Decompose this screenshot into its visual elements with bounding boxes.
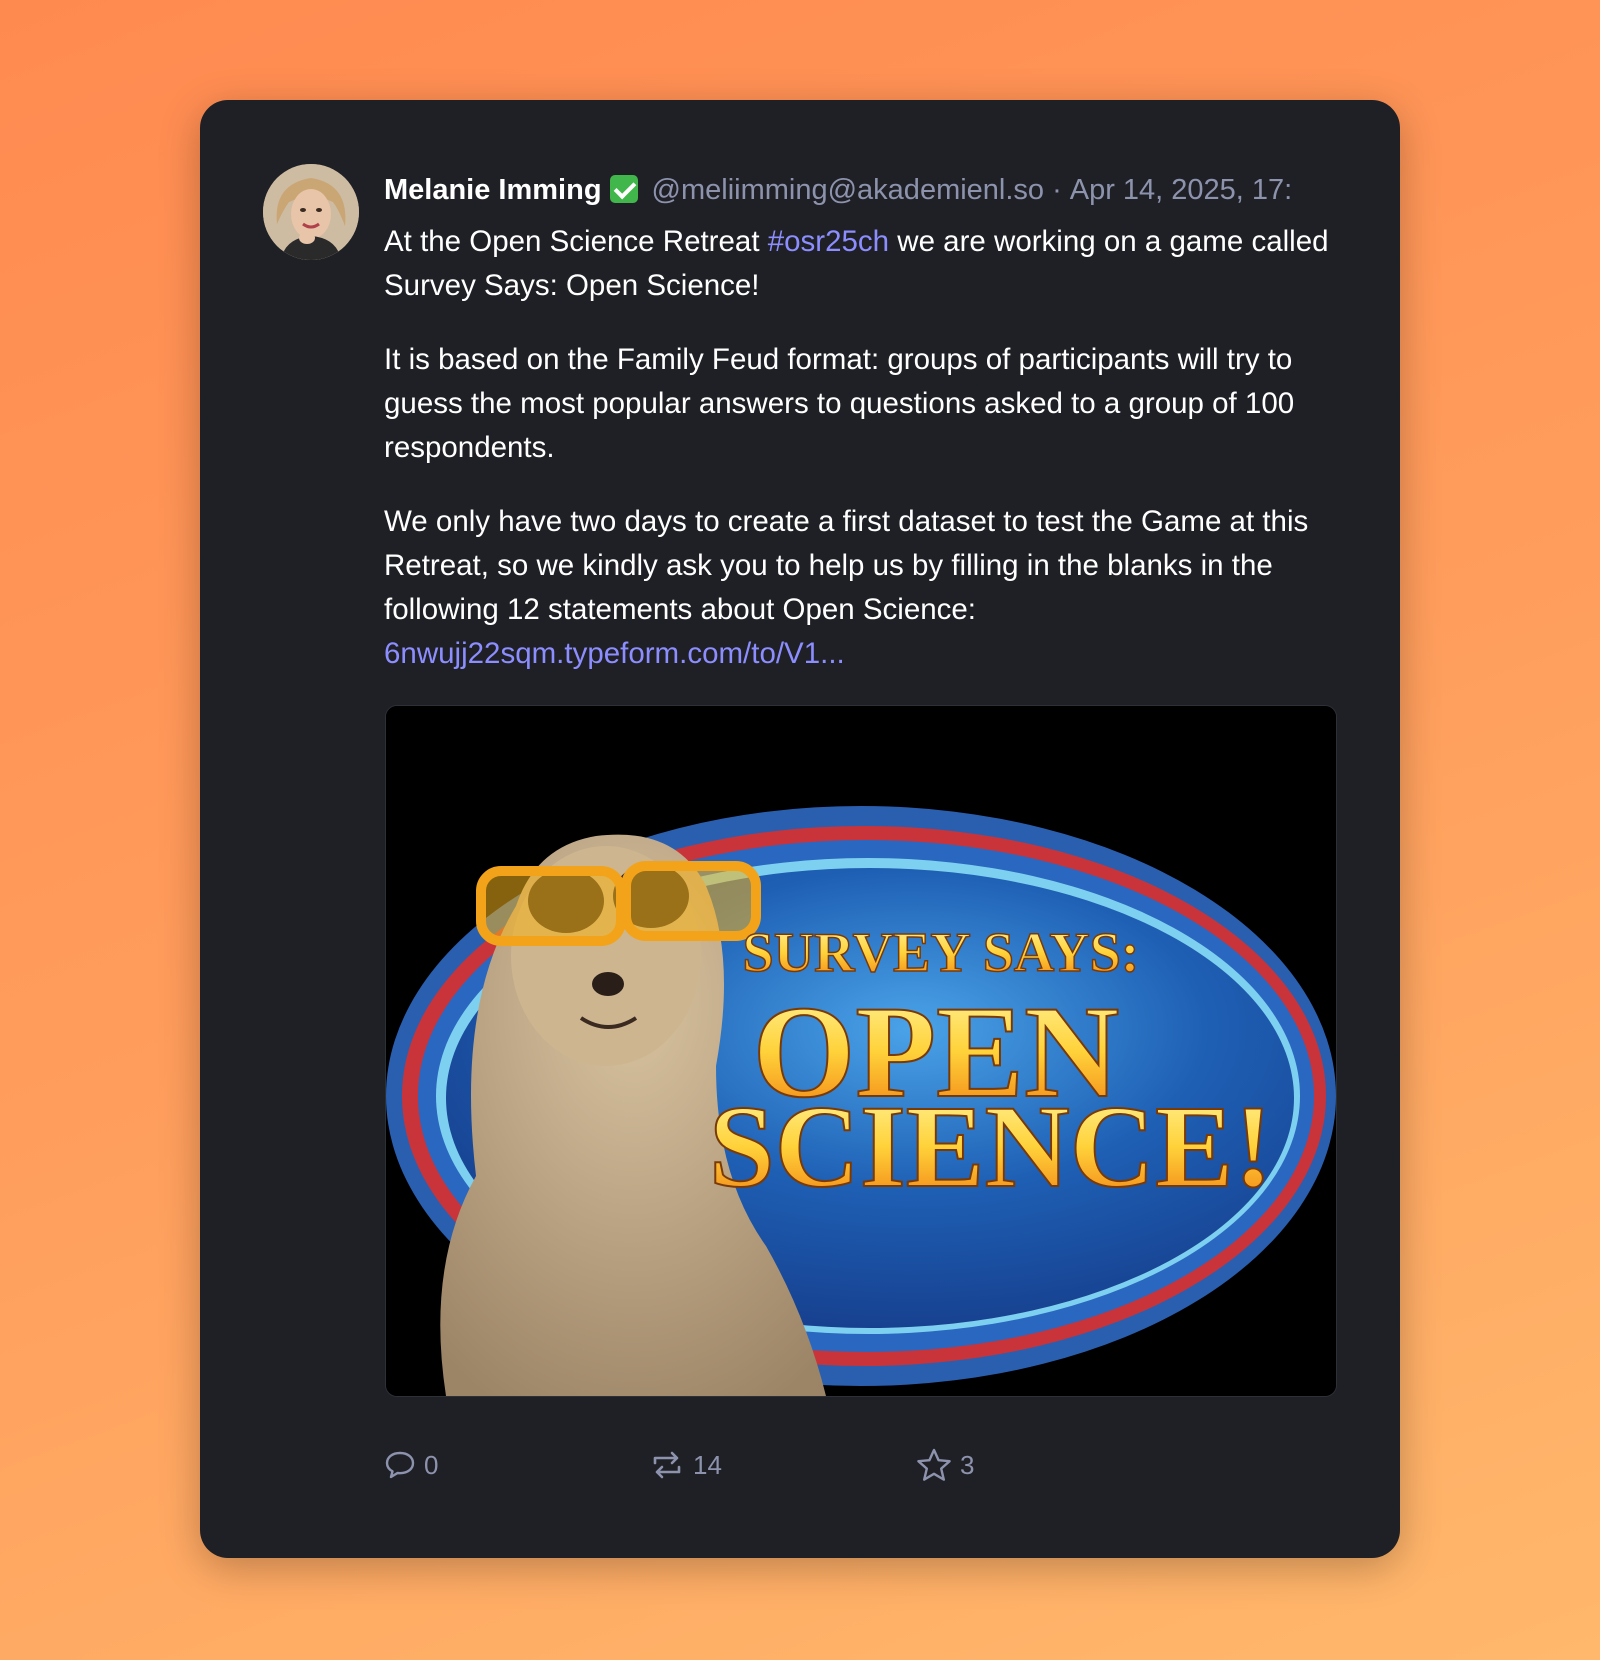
typeform-link[interactable]: 6nwujj22sqm.typeform.com/to/V1... — [384, 637, 845, 670]
boost-button[interactable]: 14 — [649, 1440, 722, 1490]
post-header: Melanie Imming @meliimming@akademienl.so ·… — [384, 170, 1340, 210]
boost-icon — [653, 1451, 681, 1479]
hashtag-link[interactable]: #osr25ch — [768, 225, 889, 258]
reply-button[interactable]: 0 — [384, 1440, 438, 1490]
media-title-line3: SCIENCE! — [709, 1081, 1273, 1212]
reply-count: 0 — [424, 1449, 439, 1480]
post-media-image[interactable]: SURVEY SAYS: OPEN SCIENCE! — [385, 705, 1337, 1397]
author-name[interactable]: Melanie Imming — [384, 174, 602, 206]
media-title-line1: SURVEY SAYS: — [743, 922, 1140, 984]
post-paragraph-2: It is based on the Family Feud format: g… — [384, 343, 1295, 464]
favourite-button[interactable]: 3 — [916, 1440, 974, 1490]
survey-says-logo-image: SURVEY SAYS: OPEN SCIENCE! — [386, 706, 1336, 1396]
avatar[interactable] — [263, 164, 359, 260]
header-separator: · — [1052, 174, 1062, 206]
post-card: Melanie Imming @meliimming@akademienl.so ·… — [200, 100, 1400, 1558]
verified-check-icon — [609, 175, 638, 203]
author-handle[interactable]: @meliimming@akademienl.so — [652, 174, 1045, 206]
star-icon — [917, 1448, 951, 1481]
post-actions: 0 14 3 — [384, 1440, 1184, 1490]
reply-icon — [385, 1451, 415, 1479]
post-paragraph-3: We only have two days to create a first … — [384, 505, 1309, 670]
avatar-photo — [263, 164, 359, 260]
boost-count: 14 — [693, 1449, 722, 1480]
post-timestamp[interactable]: Apr 14, 2025, 17: — [1070, 174, 1293, 206]
post-body: At the Open Science Retreat #osr25ch we … — [384, 220, 1344, 676]
favourite-count: 3 — [960, 1449, 975, 1480]
post-paragraph-1: At the Open Science Retreat #osr25ch we … — [384, 225, 1329, 302]
